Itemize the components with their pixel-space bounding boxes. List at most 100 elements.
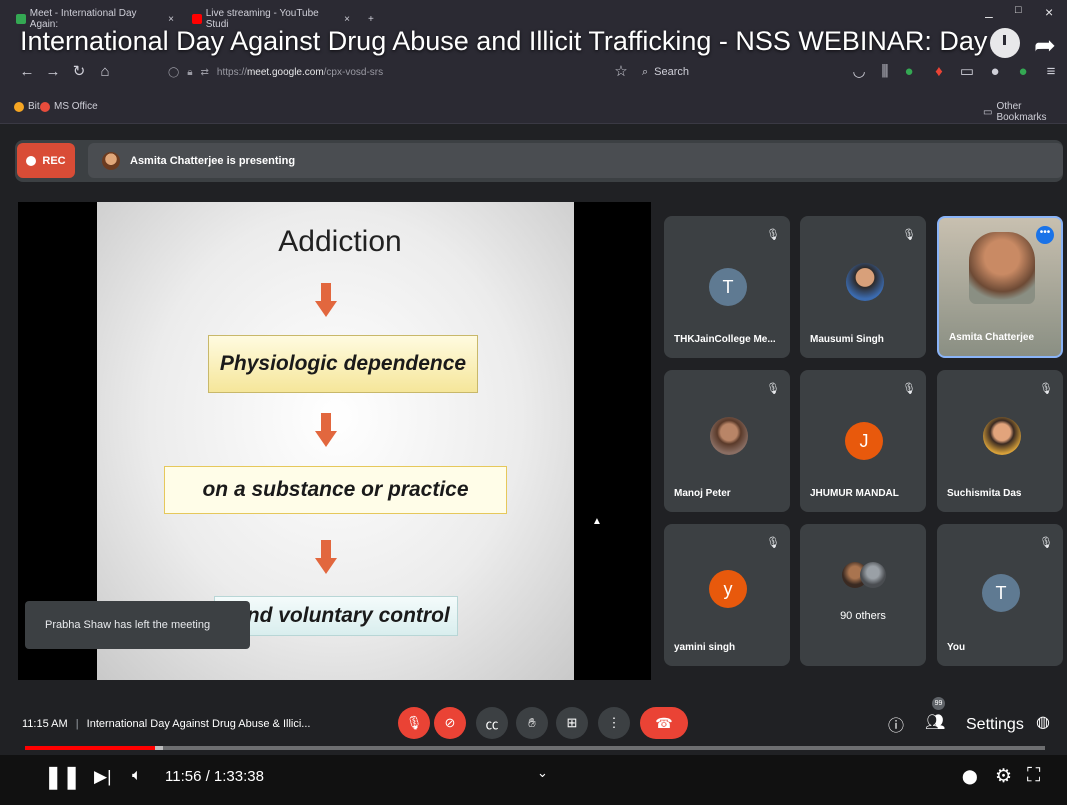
pocket-icon[interactable]: ◡ [850, 62, 868, 82]
others-count: 90 others [840, 610, 886, 622]
screen: Meet - International Day Again: × Live s… [0, 0, 1067, 805]
url-domain: meet.google.com [246, 66, 324, 78]
present-button[interactable]: ⊞ [556, 707, 588, 739]
notification-toast: Prabha Shaw has left the meeting [25, 601, 250, 649]
mic-off-icon: 🎙︎ [766, 229, 780, 241]
pause-icon[interactable]: ❚❚ [44, 764, 81, 790]
arrow-down-icon [315, 413, 337, 449]
participant-tile[interactable]: 🎙︎ Mausumi Singh [800, 216, 926, 358]
arrow-down-icon [315, 540, 337, 576]
next-icon[interactable]: ▶| [94, 767, 112, 787]
extension-red-icon[interactable]: ♦ [930, 62, 948, 82]
extension-teal-icon[interactable]: ● [1014, 62, 1032, 82]
slide-step-2: on a substance or practice [164, 466, 507, 514]
mic-off-icon: 🎙︎ [766, 537, 780, 549]
participant-name: You [947, 642, 966, 653]
library-icon[interactable]: ⫼ [876, 62, 894, 82]
mic-off-icon: 🎙︎ [1039, 383, 1053, 395]
meeting-time: 11:15 AM [22, 718, 68, 730]
captions-button[interactable]: ㏄ [476, 707, 508, 739]
meeting-details: 11:15 AM | International Day Against Dru… [22, 718, 310, 730]
bit-favicon-icon [14, 101, 24, 112]
played-bar [25, 746, 155, 750]
camera-off-button[interactable]: ⊘ [434, 707, 466, 739]
bookmark-bit[interactable]: Bit [14, 101, 40, 112]
meeting-info-icon[interactable]: ⓘ [888, 712, 904, 736]
menu-icon[interactable]: ≡ [1042, 62, 1060, 82]
close-tab-icon[interactable]: × [168, 14, 174, 25]
reload-icon[interactable]: ↻ [70, 62, 88, 82]
participant-tile[interactable]: 🎙︎ Suchismita Das [937, 370, 1063, 512]
more-options-button[interactable]: ⋮ [598, 707, 630, 739]
raise-hand-button[interactable]: ✋︎ [516, 707, 548, 739]
recording-badge: REC [17, 143, 75, 178]
people-icon[interactable]: 👥︎ [925, 712, 945, 732]
bookmark-label: MS Office [54, 101, 98, 112]
player-controls [0, 755, 1067, 805]
chevron-down-icon[interactable]: ⌄ [537, 765, 548, 781]
mic-off-icon: 🎙︎ [766, 383, 780, 395]
home-icon[interactable]: ⌂ [96, 62, 114, 82]
fullscreen-exit-icon[interactable]: ⛶ [1027, 765, 1040, 787]
participant-tile-others[interactable]: 90 others [800, 524, 926, 666]
search-icon: ⌕ [642, 65, 649, 78]
address-bar[interactable]: ◯ 🔒︎ ⇄ https://meet.google.com/cpx-vosd-… [160, 60, 640, 84]
meet-favicon-icon [16, 14, 26, 24]
other-bookmarks[interactable]: ▭ Other Bookmarks [983, 101, 1067, 123]
participant-tile-active-video[interactable]: ••• Asmita Chatterjee [937, 216, 1063, 358]
shield-icon: ◯ [168, 66, 180, 78]
extension-dark-icon[interactable]: ● [986, 62, 1004, 82]
presenting-text: Asmita Chatterjee is presenting [130, 154, 296, 167]
participant-name: JHUMUR MANDAL [810, 488, 899, 499]
participant-tile-self[interactable]: 🎙︎ T You [937, 524, 1063, 666]
participant-tile[interactable]: 🎙︎ J JHUMUR MANDAL [800, 370, 926, 512]
participant-tile[interactable]: 🎙︎ Manoj Peter [664, 370, 790, 512]
extension-green-icon[interactable]: ● [900, 62, 918, 82]
avatar [710, 417, 748, 455]
url-path: /cpx-vosd-srs [323, 66, 384, 78]
meeting-name: International Day Against Drug Abuse & I… [86, 718, 311, 730]
close-tab-icon[interactable]: × [344, 14, 350, 25]
video-progress-bar[interactable] [25, 746, 1045, 750]
end-call-button[interactable]: ☎ [640, 707, 688, 739]
participant-tile[interactable]: 🎙︎ T THKJainCollege Me... [664, 216, 790, 358]
other-bookmarks-label: Other Bookmarks [996, 101, 1047, 123]
youtube-favicon-icon [192, 14, 202, 24]
sidebar-icon[interactable]: ▭ [958, 62, 976, 82]
close-window-icon[interactable]: × [1045, 4, 1053, 20]
forward-icon[interactable]: → [44, 62, 62, 82]
video-title[interactable]: International Day Against Drug Abuse and… [20, 26, 1010, 57]
activities-icon[interactable]: ◍ [1036, 712, 1050, 732]
share-icon[interactable]: ➦ [1034, 30, 1056, 61]
volume-icon[interactable]: 🔈︎ [132, 767, 142, 785]
bookmark-star-icon[interactable]: ☆ [612, 62, 630, 82]
more-options-icon[interactable]: ••• [1036, 226, 1054, 244]
avatar: T [982, 574, 1020, 612]
gear-icon[interactable]: ⚙ [995, 765, 1012, 788]
avatar [983, 417, 1021, 455]
lock-icon: 🔒︎ [187, 66, 193, 78]
bookmarks-bar [0, 88, 1067, 124]
minimize-icon[interactable]: – [985, 8, 993, 24]
mic-off-button[interactable]: 🎙︎ [398, 707, 430, 739]
slide-title: Addiction [278, 225, 402, 258]
watch-later-icon[interactable] [990, 28, 1020, 58]
mic-off-icon: 🎙︎ [902, 383, 916, 395]
avatar [846, 263, 884, 301]
new-tab-label: + [368, 13, 374, 25]
settings-label[interactable]: Settings [966, 716, 1024, 734]
video-feed [969, 232, 1035, 304]
maximize-icon[interactable]: □ [1015, 4, 1022, 16]
back-icon[interactable]: ← [18, 62, 36, 82]
participant-tile[interactable]: 🎙︎ y yamini singh [664, 524, 790, 666]
url-prefix: https:// [216, 66, 247, 78]
bookmark-ms-office[interactable]: MS Office [40, 101, 98, 112]
avatar: T [709, 268, 747, 306]
record-dot-icon [26, 155, 37, 166]
separator: | [75, 718, 79, 730]
autoplay-toggle-icon[interactable]: ⬤ [962, 768, 978, 785]
search-input[interactable]: ⌕ Search [642, 60, 842, 84]
people-count-badge: 99 [932, 697, 945, 710]
permissions-icon: ⇄ [200, 66, 209, 78]
search-placeholder: Search [654, 66, 690, 78]
